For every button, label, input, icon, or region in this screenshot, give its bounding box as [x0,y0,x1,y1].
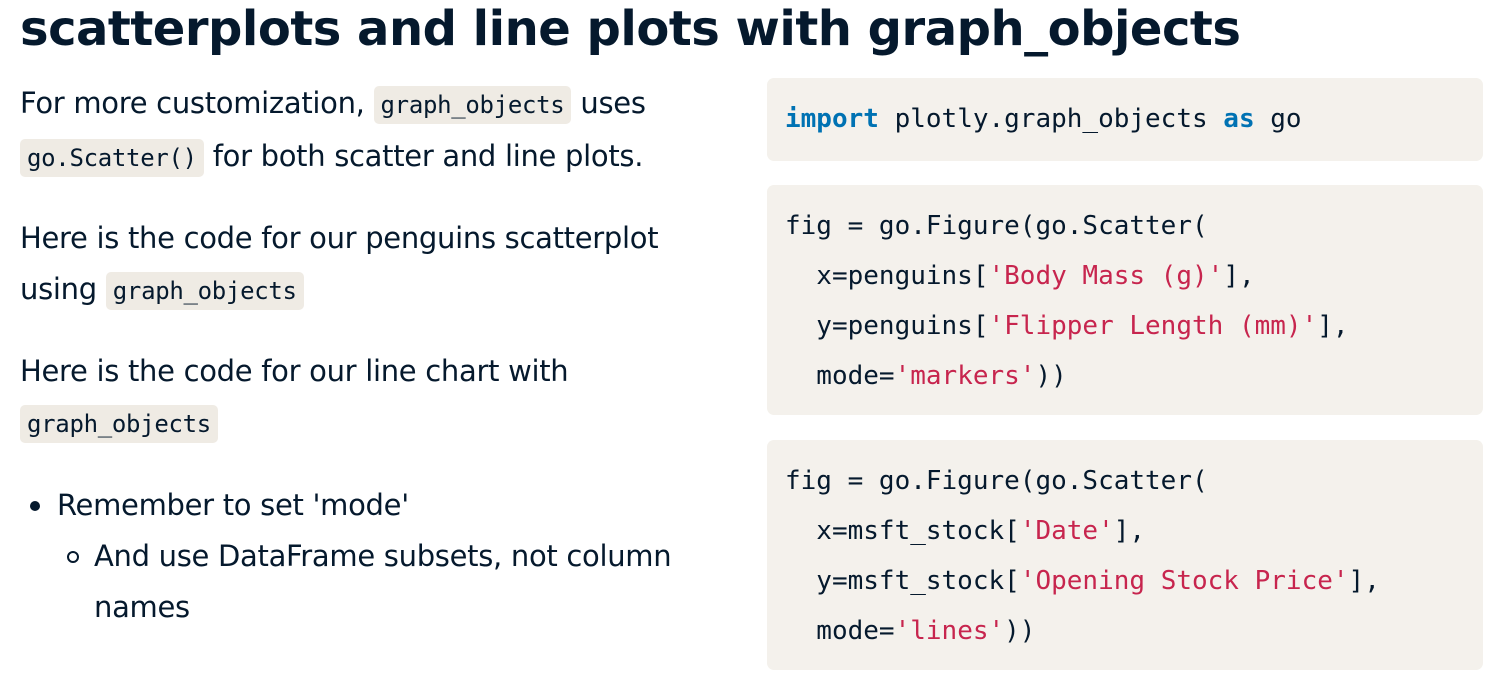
code-string: 'lines' [894,616,1005,646]
bullet-item: Remember to set 'mode' And use DataFrame… [20,480,740,633]
import-code-block: import plotly.graph_objects as go [767,78,1483,161]
keyword: as [1223,104,1255,134]
code-text: go [1254,104,1302,134]
code-text: x=penguins[ [785,261,989,291]
inline-code-graph-objects: graph_objects [373,86,572,124]
bullet-text: Remember to set 'mode' [57,488,409,522]
paragraph-text: For more customization, [20,86,374,120]
code-text: ], [1113,516,1146,546]
bullet-circle-icon [67,551,79,563]
keyword: import [785,104,879,134]
code-text: ], [1223,261,1255,291]
line-code-block: fig = go.Figure(go.Scatter( x=msft_stock… [767,440,1483,670]
sub-bullet-list: And use DataFrame subsets, not column na… [57,531,740,633]
explanation-column: For more customization, graph_objects us… [20,78,740,633]
code-string: 'Opening Stock Price' [1019,566,1349,596]
code-text: )) [1035,361,1067,391]
slide-title: scatterplots and line plots with graph_o… [20,1,1241,57]
inline-code-go-scatter: go.Scatter() [20,139,204,177]
code-text: y=penguins[ [785,311,989,341]
intro-paragraph: For more customization, graph_objects us… [20,78,740,184]
inline-code-graph-objects: graph_objects [20,405,218,443]
code-line: x=msft_stock['Date'], [785,506,1465,556]
code-line: x=penguins['Body Mass (g)'], [785,251,1465,301]
code-line: mode='lines')) [785,606,1465,656]
paragraph-text: uses [571,86,646,120]
scatter-code-block: fig = go.Figure(go.Scatter( x=penguins['… [767,185,1483,415]
code-line: mode='markers')) [785,351,1465,401]
code-text: mode= [785,616,895,646]
code-string: 'Date' [1019,516,1114,546]
code-line: fig = go.Figure(go.Scatter( [785,211,1208,241]
code-text: ], [1317,311,1349,341]
line-chart-paragraph: Here is the code for our line chart with… [20,346,740,450]
sub-bullet-text: And use DataFrame subsets, not column na… [94,539,672,624]
paragraph-text: for both scatter and line plots. [203,139,644,173]
code-line: y=msft_stock['Opening Stock Price'], [785,556,1465,606]
code-text: y=msft_stock[ [785,566,1020,596]
code-string: 'markers' [894,361,1036,391]
bullet-list: Remember to set 'mode' And use DataFrame… [20,480,740,633]
code-line: fig = go.Figure(go.Scatter( [785,466,1208,496]
code-line: y=penguins['Flipper Length (mm)'], [785,301,1465,351]
code-line: import plotly.graph_objects as go [785,94,1465,144]
code-text: )) [1004,616,1036,646]
code-string: 'Body Mass (g)' [988,261,1224,291]
inline-code-graph-objects: graph_objects [105,272,304,310]
code-text: x=msft_stock[ [785,516,1020,546]
code-text: plotly.graph_objects [878,104,1224,134]
bullet-dot-icon [30,501,40,511]
scatterplot-paragraph: Here is the code for our penguins scatte… [20,213,740,317]
sub-bullet-item: And use DataFrame subsets, not column na… [57,531,754,633]
code-text: mode= [785,361,895,391]
paragraph-text: Here is the code for our line chart with [20,354,569,388]
code-text: ], [1348,566,1380,596]
code-string: 'Flipper Length (mm)' [988,311,1318,341]
